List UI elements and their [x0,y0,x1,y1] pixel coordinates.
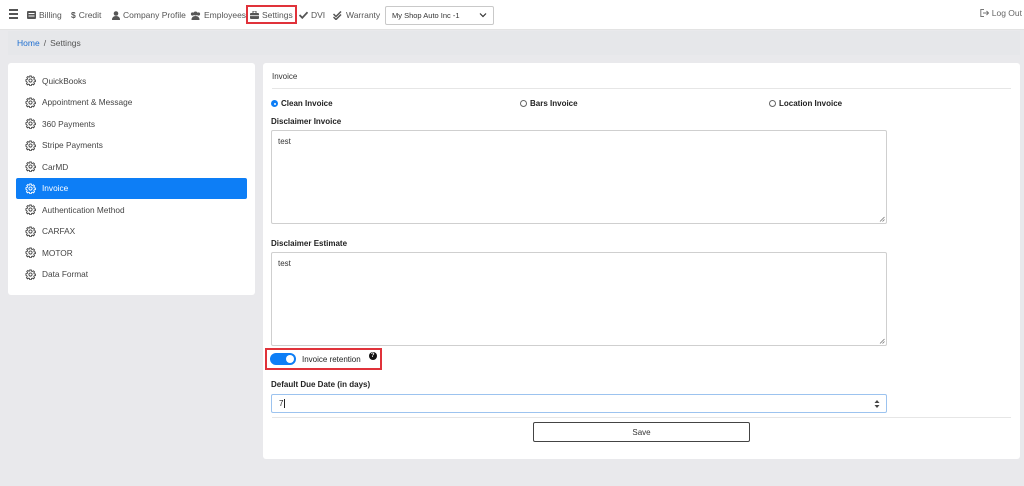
dollar-icon: $ [71,10,76,20]
sidebar-item-label: Appointment & Message [42,97,133,108]
nav-warranty[interactable]: Warranty [333,8,380,22]
breadcrumb-separator: / [43,38,47,48]
nav-company-profile-label: Company Profile [123,10,186,20]
disclaimer-estimate-label: Disclaimer Estimate [271,239,348,248]
disclaimer-invoice-textarea[interactable]: test [271,130,887,224]
sidebar-item-label: MOTOR [42,247,73,258]
invoice-retention-toggle[interactable] [270,353,296,365]
radio-label: Location Invoice [779,99,843,108]
sidebar-item-label: QuickBooks [42,75,87,86]
disclaimer-invoice-value: test [278,137,291,146]
nav-billing-label: Billing [39,10,62,20]
nav-warranty-label: Warranty [346,10,381,20]
text-cursor [284,399,286,408]
breadcrumb-home[interactable]: Home [17,38,40,48]
sidebar-item-quickbooks[interactable]: QuickBooks [16,70,247,92]
resize-handle-icon[interactable] [879,338,885,344]
logout-icon [980,9,989,17]
chevron-down-icon [479,13,487,18]
shop-select-value: My Shop Auto Inc -1 [392,11,460,20]
gear-icon [25,161,36,173]
nav-dvi[interactable]: DVI [299,8,325,22]
resize-handle-icon[interactable] [879,216,885,222]
radio-clean-invoice[interactable]: Clean Invoice [271,99,333,108]
invoice-settings-panel: Invoice Clean Invoice Bars Invoice Locat… [263,63,1020,459]
logout-link[interactable]: Log Out [980,8,1022,18]
sidebar-item-invoice[interactable]: Invoice [16,177,247,199]
top-navbar: Billing $ Credit Company Profile Employe… [0,0,1024,30]
radio-label: Bars Invoice [530,99,578,108]
sidebar-item-carfax[interactable]: CARFAX [16,221,247,243]
nav-employees-label: Employees [204,10,247,20]
sidebar-item-data-format[interactable]: Data Format [16,264,247,286]
sidebar-item-carmd[interactable]: CarMD [16,156,247,178]
sidebar-item-label: 360 Payments [42,118,96,129]
user-icon [112,10,120,20]
invoice-retention-row: Invoice retention ? [265,348,382,370]
sidebar-item-stripe-payments[interactable]: Stripe Payments [16,135,247,157]
help-icon[interactable]: ? [368,352,377,360]
radio-dot [271,100,278,107]
nav-settings-label: Settings [262,9,293,20]
due-date-value: 7 [279,399,284,408]
nav-credit-label: Credit [78,10,102,20]
gear-icon [25,97,36,108]
number-spinner-icon[interactable] [874,399,880,409]
breadcrumb: Home / Settings [8,31,1020,55]
disclaimer-estimate-textarea[interactable]: test [271,252,887,346]
due-date-label: Default Due Date (in days) [271,380,371,389]
save-button[interactable]: Save [533,422,750,442]
radio-label: Clean Invoice [281,99,333,108]
gear-icon [25,204,36,216]
settings-sidebar: QuickBooks Appointment & Message 360 Payme… [8,63,255,295]
sidebar-item-label: CarMD [42,161,69,172]
sidebar-item-label: Stripe Payments [42,140,103,151]
users-icon [190,11,201,20]
billing-icon [27,11,36,19]
divider [272,417,1011,418]
toolbox-icon [250,10,259,19]
sidebar-item-label: Invoice [42,183,69,194]
gear-icon [25,75,36,87]
sidebar-item-360-payments[interactable]: 360 Payments [16,113,247,135]
gear-icon [25,247,36,259]
nav-settings[interactable]: Settings [246,5,297,24]
sidebar-item-label: Data Format [42,269,89,280]
due-date-input[interactable]: 7 [271,394,887,413]
radio-dot [520,100,527,107]
sidebar-item-appointment-message[interactable]: Appointment & Message [16,92,247,114]
radio-bars-invoice[interactable]: Bars Invoice [520,99,578,108]
shop-select[interactable]: My Shop Auto Inc -1 [385,6,494,25]
divider [272,88,1011,89]
gear-icon [25,226,36,237]
check-icon [299,11,308,19]
panel-title: Invoice [272,72,298,81]
sidebar-item-authentication-method[interactable]: Authentication Method [16,199,247,221]
nav-billing[interactable]: Billing [27,8,62,22]
invoice-retention-label: Invoice retention [302,354,361,364]
nav-employees[interactable]: Employees [190,8,246,22]
nav-company-profile[interactable]: Company Profile [112,8,186,22]
radio-location-invoice[interactable]: Location Invoice [769,99,842,108]
sidebar-item-motor[interactable]: MOTOR [16,242,247,264]
gear-icon [25,118,36,130]
disclaimer-invoice-label: Disclaimer Invoice [271,117,342,126]
nav-dvi-label: DVI [311,10,326,20]
radio-dot [769,100,776,107]
logout-label: Log Out [991,8,1022,18]
gear-icon [25,140,36,151]
nav-credit[interactable]: $ Credit [71,8,101,22]
double-check-icon [333,10,342,20]
gear-icon [25,183,36,194]
disclaimer-estimate-value: test [278,259,291,268]
gear-icon [25,269,36,280]
sidebar-item-label: CARFAX [42,226,76,237]
breadcrumb-current: Settings [50,38,81,48]
sidebar-item-label: Authentication Method [42,204,125,215]
hamburger-menu-icon[interactable] [9,9,18,19]
